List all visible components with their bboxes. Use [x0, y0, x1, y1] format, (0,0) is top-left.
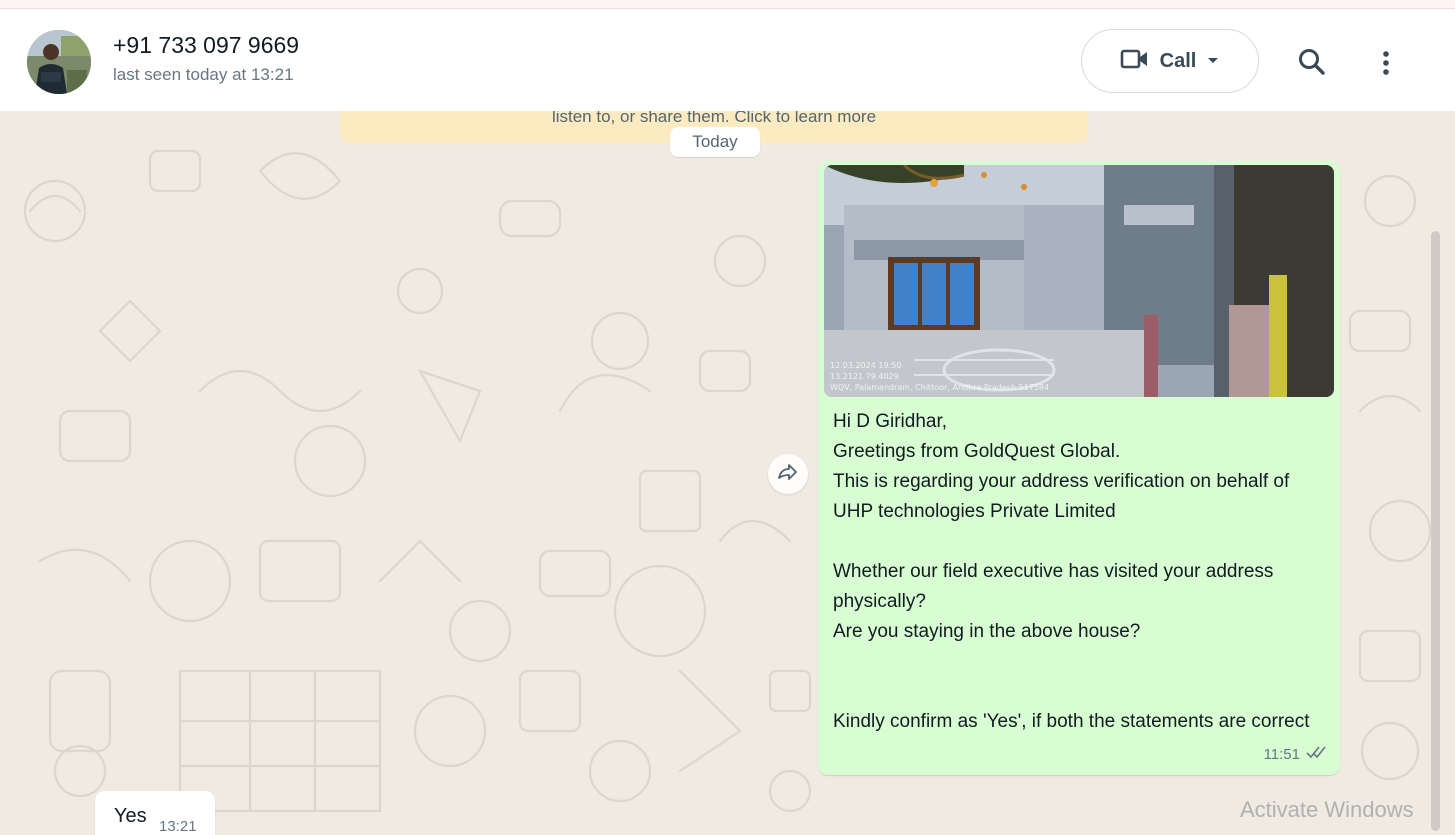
double-check-icon: [1306, 745, 1326, 763]
activate-windows-watermark: Activate Windows: [1240, 797, 1414, 822]
video-camera-icon: [1120, 48, 1150, 75]
top-strip: [0, 0, 1455, 9]
contact-name[interactable]: +91 733 097 9669: [113, 32, 299, 59]
message-meta: 11:51: [1264, 745, 1326, 763]
forward-icon: [777, 463, 799, 486]
incoming-message[interactable]: Yes 13:21: [95, 791, 215, 835]
chat-area[interactable]: listen to, or share them. Click to learn…: [0, 111, 1455, 835]
incoming-message-time: 13:21: [159, 818, 197, 835]
outgoing-message[interactable]: 12.03.2024 19:50 13.2121 79.4029 WQV, Pa…: [818, 161, 1340, 775]
message-time: 11:51: [1263, 745, 1300, 763]
last-seen-status: last seen today at 13:21: [113, 65, 294, 84]
contact-avatar[interactable]: [27, 30, 91, 94]
search-icon[interactable]: [1296, 46, 1328, 78]
date-chip: Today: [670, 127, 760, 157]
message-photo[interactable]: 12.03.2024 19:50 13.2121 79.4029 WQV, Pa…: [824, 165, 1334, 397]
call-label: Call: [1159, 49, 1197, 72]
more-vertical-icon[interactable]: [1374, 47, 1398, 79]
forward-button[interactable]: [768, 454, 808, 494]
chat-scrollbar[interactable]: [1431, 231, 1440, 831]
incoming-message-text: Yes: [114, 805, 147, 827]
whatsapp-chat-window: +91 733 097 9669 last seen today at 13:2…: [0, 0, 1455, 835]
call-button[interactable]: Call: [1081, 29, 1259, 93]
chevron-down-icon: [1206, 52, 1220, 70]
photo-geotag-overlay: 12.03.2024 19:50 13.2121 79.4029 WQV, Pa…: [830, 361, 1050, 392]
outgoing-message-text: Hi D Giridhar, Greetings from GoldQuest …: [833, 411, 1310, 732]
chat-header: +91 733 097 9669 last seen today at 13:2…: [0, 9, 1455, 111]
